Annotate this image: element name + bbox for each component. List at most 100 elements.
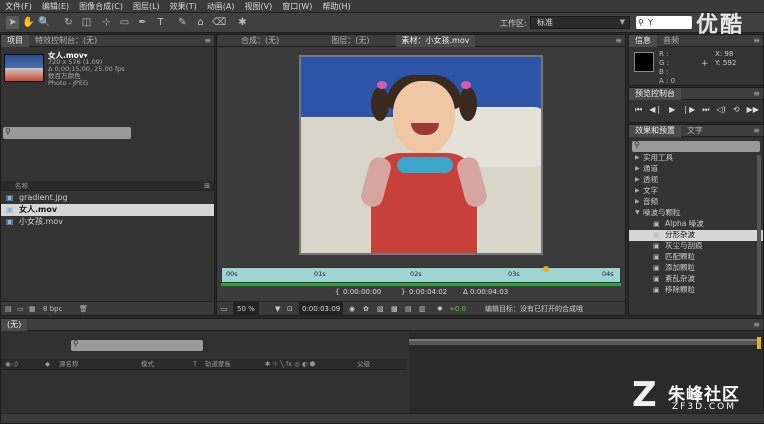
region-of-interest-icon[interactable]: ▧	[377, 302, 384, 316]
menu-layer[interactable]: 图层(L)	[128, 1, 165, 12]
tab-info[interactable]: 信息	[629, 34, 657, 47]
work-area-bar[interactable]	[409, 339, 759, 345]
ripple-insert-icon[interactable]: ▤	[405, 302, 412, 316]
project-search-input[interactable]: ⚲	[3, 127, 131, 139]
safe-zones-icon[interactable]: ⊡	[287, 302, 293, 316]
last-frame-icon[interactable]: ⏭	[702, 105, 709, 117]
column-source-name[interactable]: 源名称	[59, 359, 79, 370]
hand-tool-icon[interactable]: ✋	[22, 16, 35, 29]
effect-category[interactable]: ▶ 文字	[629, 186, 763, 197]
list-item[interactable]: ▣ 小女孩.mov	[1, 216, 214, 228]
column-trkmat[interactable]: 轨道蒙板	[205, 359, 231, 370]
set-out-icon[interactable]: }	[401, 288, 405, 296]
menu-edit[interactable]: 编辑(E)	[37, 1, 74, 12]
first-frame-icon[interactable]: ⏮	[635, 105, 642, 117]
chevron-down-icon[interactable]: ▼	[275, 302, 280, 316]
footage-frame[interactable]	[299, 55, 543, 255]
panel-menu-icon[interactable]: ≡	[753, 36, 760, 45]
menu-window[interactable]: 窗口(W)	[277, 1, 317, 12]
playhead-handle[interactable]	[543, 266, 550, 272]
rotate-tool-icon[interactable]: ↻	[62, 16, 75, 29]
effect-item[interactable]: ▣ 添加颗粒	[629, 263, 763, 274]
tab-footage[interactable]: 素材：小女孩.mov	[395, 34, 476, 47]
tab-project[interactable]: 项目	[1, 34, 29, 47]
time-ruler[interactable]: 00s 01s 02s 03s 04s	[221, 266, 621, 283]
effects-search-input[interactable]: ⚲	[632, 140, 760, 152]
mask-tool-icon[interactable]: ▭	[118, 16, 131, 29]
pen-tool-icon[interactable]: ✒	[136, 16, 149, 29]
exposure-value[interactable]: +0.0	[449, 302, 466, 316]
show-channel-icon[interactable]: ✿	[363, 302, 369, 316]
effect-category[interactable]: ▶ 音频	[629, 197, 763, 208]
loop-icon[interactable]: ⟲	[733, 105, 740, 117]
menu-help[interactable]: 帮助(H)	[317, 1, 355, 12]
menu-view[interactable]: 视图(V)	[240, 1, 278, 12]
label-icon[interactable]: ◆	[45, 359, 50, 370]
column-name[interactable]: 名称	[15, 182, 28, 190]
workspace-select[interactable]: 标准 ▼	[530, 16, 630, 29]
av-features-icon[interactable]: ◉◁)	[5, 359, 18, 370]
pan-behind-tool-icon[interactable]: ⊹	[100, 16, 113, 29]
tab-composition[interactable]: 合成：(无)	[235, 35, 285, 47]
zoom-tool-icon[interactable]: 🔍	[38, 16, 51, 29]
overlay-edit-icon[interactable]: ▥	[419, 302, 426, 316]
effect-category[interactable]: ▶ 实用工具	[629, 153, 763, 164]
list-item[interactable]: ▣ gradient.jpg	[1, 192, 214, 204]
time-out[interactable]: 0:00:04:02	[409, 288, 447, 296]
timeline-search-input[interactable]: ⚲	[71, 339, 203, 351]
panel-menu-icon[interactable]: ≡	[753, 320, 760, 329]
effects-scrollbar[interactable]	[757, 155, 761, 315]
effect-category[interactable]: ▶ 透视	[629, 175, 763, 186]
panel-menu-icon[interactable]: ≡	[753, 126, 760, 135]
bpc-button[interactable]: 8 bpc	[43, 302, 62, 316]
prev-frame-icon[interactable]: ◀❘	[649, 105, 662, 117]
play-icon[interactable]: ▶	[669, 105, 675, 117]
effect-item[interactable]: ▣ 紊乱杂波	[629, 274, 763, 285]
tab-effects-presets[interactable]: 效果和预置	[629, 124, 681, 137]
snapshot-icon[interactable]: ◉	[349, 302, 355, 316]
help-search-input[interactable]: ⚲ Y	[636, 16, 692, 29]
menu-file[interactable]: 文件(F)	[0, 1, 37, 12]
tab-audio[interactable]: 音频	[657, 35, 685, 47]
effect-item[interactable]: ▣ 匹配颗粒	[629, 252, 763, 263]
puppet-tool-icon[interactable]: ✱	[236, 16, 249, 29]
effect-item[interactable]: ▣ Alpha 噪波	[629, 219, 763, 230]
menu-composition[interactable]: 图像合成(C)	[74, 1, 128, 12]
interpret-footage-icon[interactable]: ▤	[5, 302, 12, 316]
effect-item[interactable]: ▣ 灰尘与刮痕	[629, 241, 763, 252]
brush-tool-icon[interactable]: ✎	[176, 16, 189, 29]
menu-effect[interactable]: 效果(T)	[165, 1, 202, 12]
set-in-icon[interactable]: {	[335, 288, 339, 296]
transparency-grid-icon[interactable]: ▩	[391, 302, 398, 316]
ram-preview-icon[interactable]: ▶▶	[747, 105, 759, 117]
timecode-display[interactable]: 0:00:03:09	[299, 302, 344, 316]
effect-item[interactable]: ▣ 移除颗粒	[629, 285, 763, 296]
effect-item[interactable]: ▣ 分形杂波	[629, 230, 763, 241]
mute-icon[interactable]: ◁)	[717, 105, 726, 117]
effect-category[interactable]: ▼ 噪波与颗粒	[629, 208, 763, 219]
tab-text[interactable]: 文字	[681, 125, 709, 137]
switches-icon[interactable]: ✱ ⊹ ╲ fx ◎ ◐ ⬢	[265, 359, 315, 370]
effect-category[interactable]: ▶ 通道	[629, 164, 763, 175]
tab-effect-controls[interactable]: 特效控制台：(无)	[29, 35, 103, 47]
tab-layer[interactable]: 图层：(无)	[325, 35, 375, 47]
time-current[interactable]: 0:00:00:00	[343, 288, 381, 296]
list-item[interactable]: ▣ 女人.mov	[1, 204, 214, 216]
magnification-select[interactable]: 50 %	[233, 302, 259, 316]
column-t[interactable]: T	[193, 359, 197, 370]
work-area-end-handle[interactable]	[757, 337, 761, 349]
tab-timeline[interactable]: (无)	[1, 318, 28, 331]
eraser-tool-icon[interactable]: ⌫	[212, 16, 226, 29]
next-frame-icon[interactable]: ❘▶	[682, 105, 695, 117]
exposure-icon[interactable]: ✹	[437, 302, 443, 316]
selection-tool-icon[interactable]: ➤	[6, 16, 19, 29]
new-comp-icon[interactable]: ▦	[29, 302, 36, 316]
text-tool-icon[interactable]: T	[154, 16, 167, 29]
panel-menu-icon[interactable]: ≡	[615, 36, 622, 45]
tab-preview[interactable]: 预览控制台	[629, 87, 681, 100]
camera-tool-icon[interactable]: ◫	[80, 16, 93, 29]
flowchart-icon[interactable]: ⊞	[204, 181, 210, 191]
new-folder-icon[interactable]: ▭	[17, 302, 24, 316]
panel-menu-icon[interactable]: ≡	[204, 36, 211, 45]
trash-icon[interactable]: 🗑	[79, 302, 88, 316]
